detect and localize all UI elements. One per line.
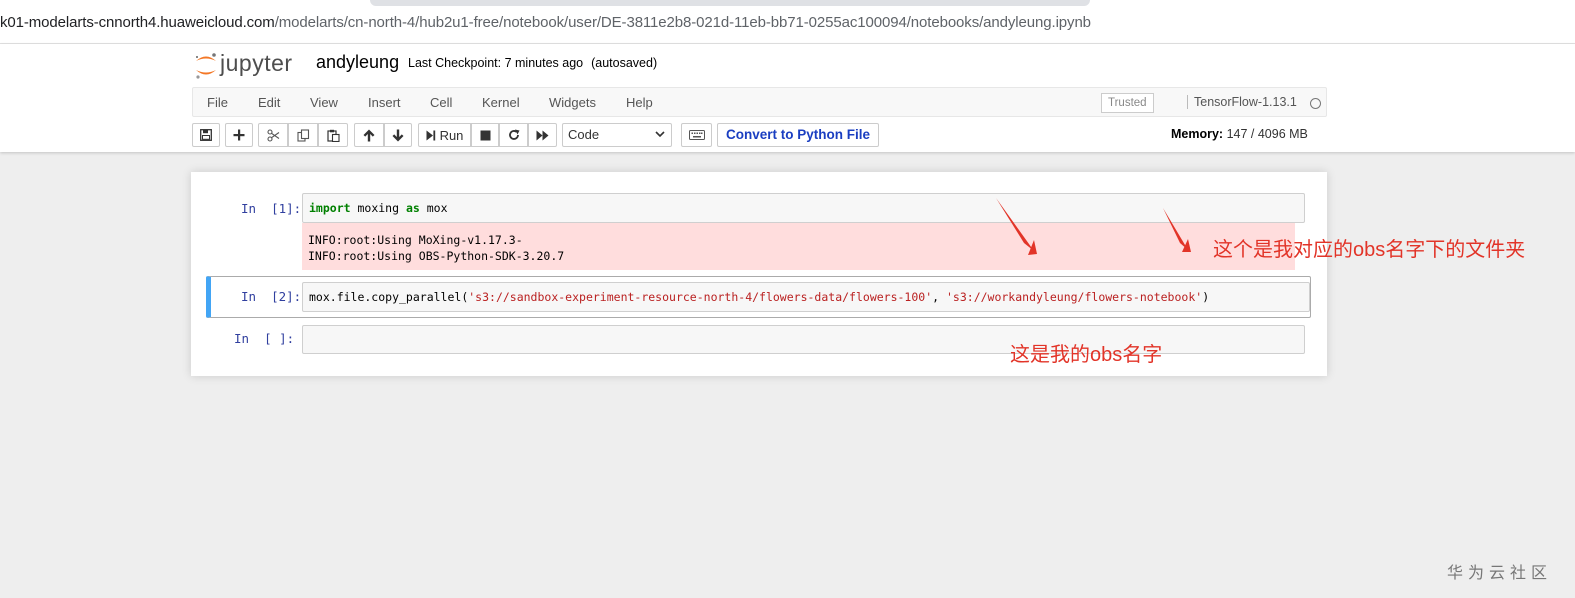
cell-1-stderr-output: INFO:root:Using MoXing-v1.17.3- INFO:roo… bbox=[302, 223, 1295, 270]
watermark: 华为云社区 bbox=[1447, 565, 1553, 582]
arrow-down-icon bbox=[392, 129, 404, 141]
run-button[interactable]: Run bbox=[418, 123, 471, 147]
code-text: moxing bbox=[350, 201, 406, 215]
checkpoint-status: Last Checkpoint: 7 minutes ago (autosaved… bbox=[408, 56, 657, 70]
step-forward-icon bbox=[426, 130, 435, 140]
paste-icon bbox=[326, 129, 340, 142]
annotation-bucket-note: 这是我的obs名字 bbox=[1010, 344, 1163, 366]
restart-kernel-button[interactable] bbox=[499, 123, 528, 147]
copy-button[interactable] bbox=[288, 123, 318, 147]
menu-edit[interactable]: Edit bbox=[258, 95, 280, 110]
checkpoint-text: Last Checkpoint: 7 minutes ago bbox=[408, 56, 584, 70]
convert-to-python-button[interactable]: Convert to Python File bbox=[717, 123, 880, 147]
paste-button[interactable] bbox=[318, 123, 348, 147]
restart-icon bbox=[508, 129, 519, 140]
code-text: mox bbox=[419, 201, 448, 215]
fast-forward-icon bbox=[536, 130, 549, 140]
menu-bar: File Edit View Insert Cell Kernel Widget… bbox=[192, 87, 1327, 117]
cell-type-select[interactable]: Code bbox=[562, 123, 672, 147]
code-keyword: import bbox=[309, 201, 351, 215]
save-button[interactable] bbox=[192, 123, 220, 147]
copy-icon bbox=[296, 128, 309, 142]
annotation-folder-note: 这个是我对应的obs名字下的文件夹 bbox=[1213, 239, 1526, 261]
menu-insert[interactable]: Insert bbox=[368, 95, 401, 110]
kernel-name[interactable]: TensorFlow-1.13.1 bbox=[1187, 95, 1297, 109]
chevron-down-icon bbox=[655, 131, 665, 138]
cell-type-value: Code bbox=[568, 127, 600, 142]
url-host: k01-modelarts-cnnorth4.huaweicloud.com bbox=[0, 14, 275, 31]
scissors-icon bbox=[266, 128, 279, 142]
keyboard-icon bbox=[688, 130, 705, 140]
menu-file[interactable]: File bbox=[207, 95, 228, 110]
menu-kernel[interactable]: Kernel bbox=[482, 95, 520, 110]
cell-2-input[interactable]: mox.file.copy_parallel('s3://sandbox-exp… bbox=[302, 282, 1310, 312]
main-toolbar: Run Code Convert to Python File Memory: … bbox=[192, 123, 1327, 149]
cell-3-prompt: In [ ]: bbox=[234, 331, 295, 346]
jupyter-logo[interactable]: jupyter bbox=[194, 48, 306, 80]
url-path: /modelarts/cn-north-4/hub2u1-free/notebo… bbox=[274, 14, 1091, 31]
menu-help[interactable]: Help bbox=[626, 95, 653, 110]
menu-widgets[interactable]: Widgets bbox=[549, 95, 596, 110]
code-text: ) bbox=[1202, 290, 1210, 304]
menu-cell[interactable]: Cell bbox=[430, 95, 452, 110]
url-text[interactable]: k01-modelarts-cnnorth4.huaweicloud.com/m… bbox=[0, 14, 1091, 31]
run-button-label: Run bbox=[439, 127, 464, 143]
insert-cell-button[interactable] bbox=[225, 123, 253, 147]
annotation-arrow-icon bbox=[996, 198, 1037, 255]
plus-icon bbox=[233, 129, 245, 141]
code-string: 's3://sandbox-experiment-resource-north-… bbox=[468, 290, 933, 304]
command-palette-button[interactable] bbox=[681, 123, 712, 147]
stop-icon bbox=[480, 130, 490, 140]
memory-value: 147 / 4096 MB bbox=[1226, 127, 1308, 141]
memory-usage: Memory: 147 / 4096 MB bbox=[1171, 127, 1308, 141]
browser-tab-edge bbox=[370, 0, 1090, 6]
trusted-badge[interactable]: Trusted bbox=[1101, 93, 1154, 113]
menu-view[interactable]: View bbox=[310, 95, 338, 110]
move-down-button[interactable] bbox=[384, 123, 412, 147]
code-text: mox.file.copy_parallel( bbox=[309, 290, 469, 304]
jupyter-logo-icon bbox=[196, 53, 216, 79]
cell-1-input[interactable]: import moxing as mox bbox=[302, 193, 1305, 223]
jupyter-logo-text: jupyter bbox=[220, 50, 293, 76]
code-keyword: as bbox=[405, 201, 420, 215]
memory-label: Memory: bbox=[1171, 127, 1224, 141]
cell-1-prompt: In [1]: bbox=[241, 201, 302, 216]
arrow-up-icon bbox=[363, 129, 375, 141]
jupyter-header: jupyter andyleung Last Checkpoint: 7 min… bbox=[0, 44, 1575, 152]
annotation-arrow-icon bbox=[1163, 208, 1191, 252]
move-up-button[interactable] bbox=[354, 123, 384, 147]
restart-run-all-button[interactable] bbox=[528, 123, 557, 147]
notebook-name[interactable]: andyleung bbox=[316, 52, 399, 73]
code-text: , bbox=[932, 290, 946, 304]
cell-2-prompt: In [2]: bbox=[241, 289, 302, 304]
cut-button[interactable] bbox=[258, 123, 288, 147]
save-icon bbox=[200, 129, 212, 141]
interrupt-kernel-button[interactable] bbox=[471, 123, 499, 147]
autosave-status: (autosaved) bbox=[591, 56, 658, 70]
code-string: 's3://workandyleung/flowers-notebook' bbox=[946, 290, 1203, 304]
kernel-idle-indicator-icon bbox=[1310, 98, 1321, 109]
browser-address-bar[interactable]: k01-modelarts-cnnorth4.huaweicloud.com/m… bbox=[0, 0, 1575, 44]
